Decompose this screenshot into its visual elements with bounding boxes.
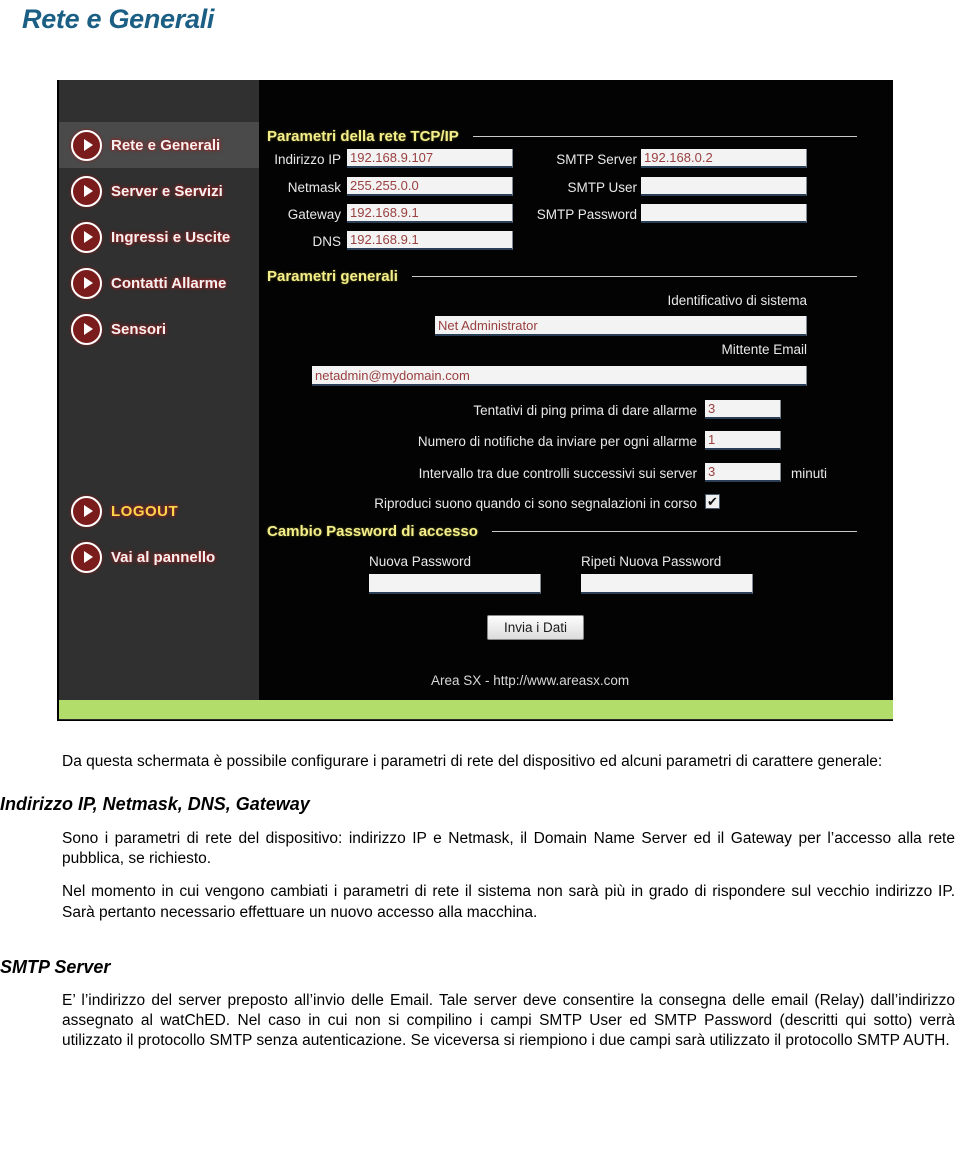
label-smtp-user: SMTP User (567, 180, 637, 195)
label-ripeti-nuova-password: Ripeti Nuova Password (581, 554, 722, 569)
label-identificativo-di-sistema: Identificativo di sistema (667, 293, 807, 308)
section-header-password: Cambio Password di accesso (267, 523, 857, 540)
section-header-tcpip: Parametri della rete TCP/IP (267, 128, 857, 145)
section-header-generali: Parametri generali (267, 268, 857, 285)
sidebar-item-ingressi-e-uscite[interactable]: Ingressi e Uscite (59, 214, 259, 260)
paragraph-smtp: E’ l’indirizzo del server preposto all’i… (62, 991, 955, 1049)
section-title: Parametri della rete TCP/IP (267, 128, 459, 145)
page-title: Rete e Generali (22, 4, 215, 34)
input-tentativi-ping[interactable] (705, 400, 781, 419)
sidebar-item-contatti-allarme[interactable]: Contatti Allarme (59, 260, 259, 306)
label-numero-notifiche: Numero di notifiche da inviare per ogni … (417, 434, 697, 449)
label-smtp-password: SMTP Password (536, 207, 637, 222)
paragraph-network-2: Nel momento in cui vengono cambiati i pa… (62, 883, 955, 921)
section-title: Parametri generali (267, 268, 398, 285)
document-body: Da questa schermata è possibile configur… (0, 752, 960, 1051)
input-intervallo-controlli[interactable] (705, 463, 781, 482)
section-rule (472, 136, 857, 137)
label-intervallo-controlli: Intervallo tra due controlli successivi … (418, 466, 697, 481)
heading-network-params: Indirizzo IP, Netmask, DNS, Gateway (0, 794, 310, 815)
heading-smtp-server: SMTP Server (0, 956, 111, 977)
section-rule (491, 531, 857, 532)
input-identificativo-di-sistema[interactable] (435, 316, 807, 336)
sidebar-item-label: Vai al pannello (111, 548, 216, 566)
sidebar-item-label: LOGOUT (111, 502, 179, 520)
input-smtp-user[interactable] (641, 177, 807, 196)
sidebar-item-vai-al-pannello[interactable]: Vai al pannello (59, 534, 259, 580)
sidebar-item-label: Ingressi e Uscite (111, 228, 231, 246)
play-circle-icon (71, 495, 102, 527)
sidebar-item-server-e-servizi[interactable]: Server e Servizi (59, 168, 259, 214)
input-mittente-email[interactable] (312, 366, 807, 386)
input-ripeti-nuova-password[interactable] (581, 574, 753, 594)
label-dns: DNS (312, 234, 341, 249)
sidebar-item-label: Rete e Generali (111, 136, 221, 154)
input-numero-notifiche[interactable] (705, 431, 781, 450)
input-gateway[interactable] (347, 204, 513, 223)
input-indirizzo-ip[interactable] (347, 149, 513, 168)
sidebar: Rete e Generali Server e Servizi Ingress… (59, 80, 259, 700)
label-smtp-server: SMTP Server (556, 152, 637, 167)
sidebar-item-logout[interactable]: LOGOUT (59, 488, 259, 534)
section-rule (411, 276, 857, 277)
green-accent-bar (59, 700, 893, 720)
sidebar-top-spacer (59, 80, 259, 122)
play-circle-icon (71, 541, 102, 573)
sidebar-item-label: Server e Servizi (111, 182, 223, 200)
label-gateway: Gateway (287, 207, 341, 222)
paragraph-intro: Da questa schermata è possibile configur… (62, 753, 883, 770)
label-mittente-email: Mittente Email (721, 342, 807, 357)
play-circle-icon (71, 267, 102, 299)
section-title: Cambio Password di accesso (267, 523, 478, 540)
sidebar-item-label: Sensori (111, 320, 167, 338)
checkbox-riproduci-suono[interactable]: ✔ (705, 494, 720, 509)
input-smtp-server[interactable] (641, 149, 807, 168)
device-web-ui-screenshot: Rete e Generali Server e Servizi Ingress… (57, 80, 893, 721)
label-nuova-password: Nuova Password (369, 554, 472, 569)
label-minuti: minuti (791, 466, 828, 481)
sidebar-item-rete-e-generali[interactable]: Rete e Generali (59, 122, 259, 168)
label-tentativi-ping: Tentativi di ping prima di dare allarme (473, 403, 697, 418)
submit-button[interactable]: Invia i Dati (487, 615, 585, 640)
label-riproduci-suono: Riproduci suono quando ci sono segnalazi… (374, 496, 697, 511)
play-circle-icon (71, 175, 102, 207)
sidebar-item-sensori[interactable]: Sensori (59, 306, 259, 352)
play-circle-icon (71, 221, 102, 253)
label-netmask: Netmask (287, 180, 341, 195)
sidebar-item-label: Contatti Allarme (111, 274, 227, 292)
settings-form: Parametri della rete TCP/IP Indirizzo IP… (259, 80, 893, 700)
play-circle-icon (71, 129, 102, 161)
input-nuova-password[interactable] (369, 574, 541, 594)
input-netmask[interactable] (347, 177, 513, 196)
input-smtp-password[interactable] (641, 204, 807, 223)
paragraph-network-1: Sono i parametri di rete del dispositivo… (62, 830, 955, 868)
input-dns[interactable] (347, 231, 513, 250)
play-circle-icon (71, 313, 102, 345)
footer-credit: Area SX - http://www.areasx.com (431, 673, 630, 688)
label-indirizzo-ip: Indirizzo IP (274, 152, 341, 167)
